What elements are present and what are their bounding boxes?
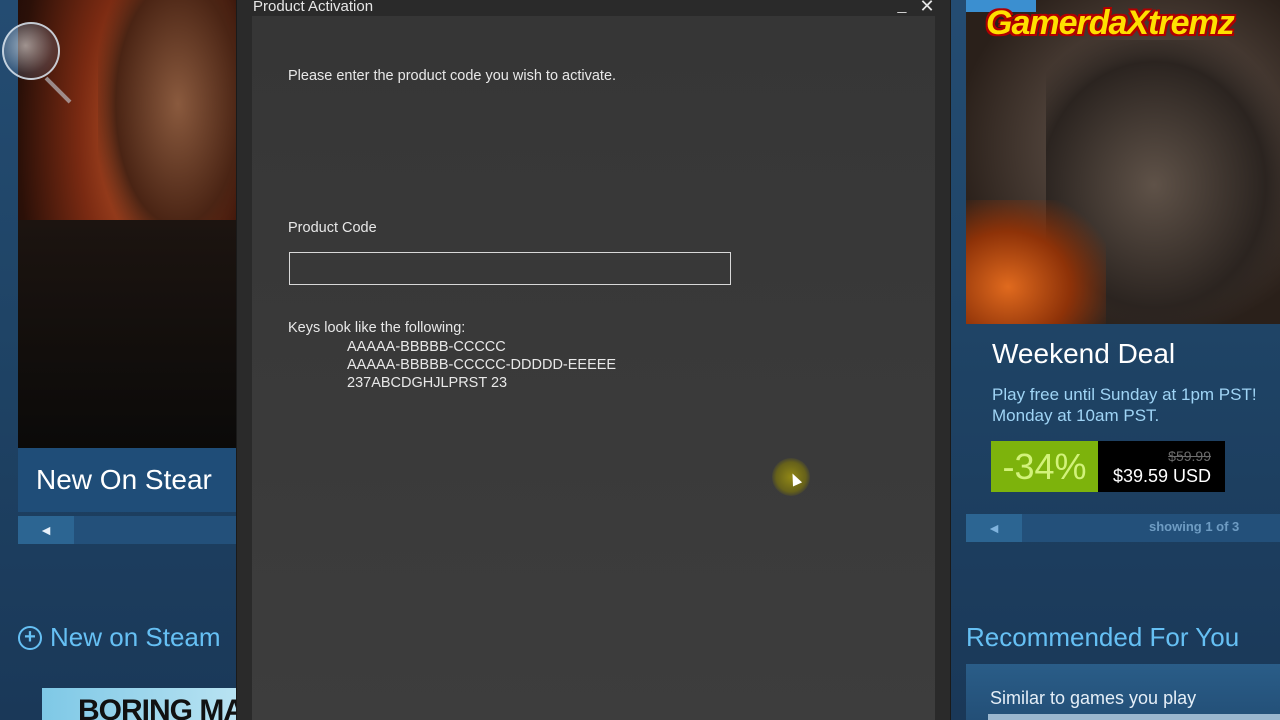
magnifier-icon[interactable]	[2, 22, 60, 80]
fire-artwork	[966, 200, 1106, 324]
weekend-deal-description: Play free until Sunday at 1pm PST! Monda…	[992, 384, 1280, 426]
recommended-subtitle: Similar to games you play	[990, 688, 1197, 708]
final-price: $39.59 USD	[1112, 466, 1211, 486]
discount-badge: -34%	[991, 441, 1098, 492]
recommended-panel: Similar to games you play	[966, 664, 1280, 720]
recommended-section-title[interactable]: Recommended For You	[966, 622, 1239, 653]
carousel-prev-arrow-icon[interactable]: ◄	[966, 514, 1022, 542]
close-icon[interactable]: ✕	[917, 0, 937, 17]
key-format-example: 237ABCDGHJLPRST 23	[347, 375, 508, 391]
carousel-prev-arrow-icon[interactable]: ◄	[18, 516, 74, 544]
weekend-deal-title[interactable]: Weekend Deal	[992, 338, 1175, 370]
product-code-input[interactable]	[289, 252, 731, 285]
product-activation-dialog: Product Activation _ ✕ Please enter the …	[237, 0, 950, 720]
plus-circle-icon: +	[18, 625, 42, 650]
game-thumbnail[interactable]: BORING MA	[42, 688, 238, 720]
new-on-steam-banner[interactable]: New On Stear	[18, 448, 238, 512]
key-format-heading: Keys look like the following:	[288, 320, 466, 336]
activation-prompt: Please enter the product code you wish t…	[288, 68, 617, 84]
dialog-title: Product Activation	[253, 0, 374, 15]
deal-desc-line: Monday at 10am PST.	[992, 406, 1160, 425]
product-code-label: Product Code	[288, 220, 377, 236]
left-carousel-nav: ◄	[18, 516, 238, 544]
deal-price-block[interactable]: -34% $59.99 $39.59 USD	[991, 441, 1225, 492]
new-on-steam-section-title[interactable]: + New on Steam	[18, 622, 221, 653]
weekend-deal-image[interactable]	[966, 0, 1280, 324]
thumbnail-title: BORING MA	[78, 694, 238, 720]
recommended-thumbnail-strip[interactable]	[988, 714, 1280, 720]
key-format-example: AAAAA-BBBBB-CCCCC-DDDDD-EEEEE	[347, 357, 617, 373]
new-on-steam-label: New on Steam	[50, 622, 221, 652]
original-price: $59.99	[1168, 448, 1211, 464]
minimize-icon[interactable]: _	[893, 0, 911, 16]
character-armor	[18, 220, 238, 448]
store-left-column: New On Stear ◄ + New on Steam BORING MA	[0, 0, 238, 720]
deal-desc-line: Play free until Sunday at 1pm PST!	[992, 385, 1257, 404]
carousel-counter: showing 1 of 3	[1149, 519, 1240, 534]
right-carousel-nav: ◄ showing 1 of 3	[966, 514, 1280, 542]
channel-watermark: GamerdaXtremz	[986, 4, 1235, 42]
key-format-example: AAAAA-BBBBB-CCCCC	[347, 339, 506, 355]
price-stack: $59.99 $39.59 USD	[1098, 441, 1225, 492]
